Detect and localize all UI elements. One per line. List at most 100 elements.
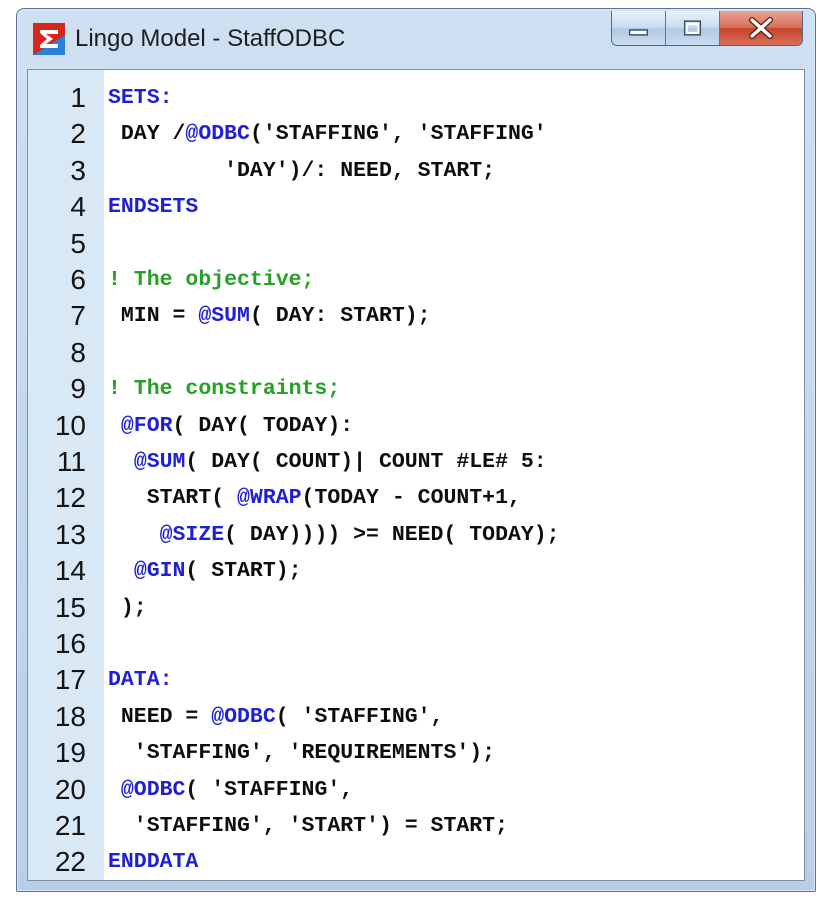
line-number: 3: [70, 154, 86, 186]
code-text: );: [108, 595, 147, 620]
window-title: Lingo Model - StaffODBC: [75, 25, 346, 52]
code-line[interactable]: 17 DATA:: [28, 662, 804, 698]
line-number: 17: [54, 664, 86, 696]
code-line[interactable]: 6 ! The objective;: [28, 262, 804, 298]
line-number: 18: [54, 700, 86, 732]
code-line[interactable]: 14 @GIN( START);: [28, 553, 804, 589]
line-code: DAY /@ODBC('STAFFING', 'STAFFING': [108, 116, 547, 152]
line-number: 1: [70, 82, 86, 113]
function-text: @FOR: [120, 413, 173, 438]
code-line[interactable]: 22 ENDDATA: [28, 844, 804, 880]
code-text: ( START);: [185, 559, 302, 584]
code-line[interactable]: 16: [28, 626, 804, 662]
minimize-button[interactable]: [612, 11, 666, 45]
line-number: 13: [54, 518, 86, 550]
code-text: MIN =: [108, 304, 199, 329]
line-number: 6: [70, 264, 86, 295]
line-number: 12: [54, 482, 86, 514]
line-code: @SIZE( DAY)))) >= NEED( TODAY);: [108, 517, 560, 553]
lingo-model-window: Lingo Model - StaffODBC 1 SETS: 2 DAY /@…: [16, 8, 816, 892]
code-line[interactable]: 12 START( @WRAP(TODAY - COUNT+1,: [28, 480, 804, 516]
code-line[interactable]: 7 MIN = @SUM( DAY: START);: [28, 298, 804, 334]
code-text: NEED =: [108, 704, 212, 729]
minimize-icon: [628, 29, 649, 36]
code-text: ('STAFFING', 'STAFFING': [249, 122, 547, 147]
line-number: 20: [54, 773, 86, 805]
code-line[interactable]: 9 ! The constraints;: [28, 371, 804, 407]
keyword-text: DATA:: [108, 668, 173, 693]
line-code: 'STAFFING', 'REQUIREMENTS');: [108, 735, 495, 771]
maximize-icon: [683, 20, 702, 36]
code-line[interactable]: 1 SETS:: [28, 80, 804, 116]
code-text: (TODAY - COUNT+1,: [301, 486, 521, 511]
code-line[interactable]: 8: [28, 335, 804, 371]
comment-text: ! The objective;: [108, 268, 315, 292]
code-line[interactable]: 2 DAY /@ODBC('STAFFING', 'STAFFING': [28, 116, 804, 152]
keyword-text: SETS:: [108, 86, 173, 110]
code-text: ( 'STAFFING',: [185, 777, 354, 802]
code-line[interactable]: 10 @FOR( DAY( TODAY):: [28, 408, 804, 444]
window-controls: [611, 11, 803, 46]
line-code: ! The constraints;: [108, 371, 340, 407]
code-text: ( DAY( COUNT)| COUNT #LE# 5:: [185, 450, 547, 474]
code-text: ( DAY: START);: [249, 304, 431, 329]
line-code: 'DAY')/: NEED, START;: [108, 153, 495, 189]
line-code: DATA:: [108, 662, 173, 698]
code-line[interactable]: 11 @SUM( DAY( COUNT)| COUNT #LE# 5:: [28, 444, 804, 480]
line-number: 19: [54, 737, 86, 769]
code-line[interactable]: 4 ENDSETS: [28, 189, 804, 225]
code-line[interactable]: 21 'STAFFING', 'START') = START;: [28, 808, 804, 844]
close-icon: [749, 17, 773, 39]
code-text: 'STAFFING', 'REQUIREMENTS');: [108, 741, 496, 766]
function-text: @ODBC: [211, 704, 276, 729]
line-code: @GIN( START);: [108, 553, 302, 589]
line-code: @ODBC( 'STAFFING',: [108, 772, 353, 808]
code-text: START(: [108, 486, 238, 511]
line-code: NEED = @ODBC( 'STAFFING',: [108, 699, 444, 735]
line-number: 22: [54, 846, 86, 878]
sigma-icon: [33, 23, 65, 55]
line-number: 16: [54, 628, 86, 659]
code-line[interactable]: 15 );: [28, 590, 804, 626]
maximize-button[interactable]: [666, 11, 720, 45]
line-number: 9: [70, 373, 86, 405]
line-number: 15: [54, 591, 86, 623]
code-line[interactable]: 13 @SIZE( DAY)))) >= NEED( TODAY);: [28, 517, 804, 553]
line-number: 11: [56, 446, 86, 477]
code-line[interactable]: 18 NEED = @ODBC( 'STAFFING',: [28, 699, 804, 735]
line-code: );: [108, 590, 147, 626]
code-text: 'DAY')/: NEED, START;: [108, 158, 496, 183]
line-number: 14: [54, 555, 86, 587]
keyword-text: ENDDATA: [108, 850, 199, 875]
function-text: @SIZE: [159, 522, 225, 547]
line-number: 21: [54, 810, 86, 841]
code-text: DAY /: [108, 122, 186, 147]
line-code: START( @WRAP(TODAY - COUNT+1,: [108, 480, 521, 516]
line-code: ! The objective;: [108, 262, 314, 298]
line-number: 4: [70, 191, 86, 223]
code-text: ( 'STAFFING',: [275, 704, 444, 729]
line-number: 2: [70, 118, 86, 150]
function-text: @ODBC: [120, 777, 186, 802]
function-text: @WRAP: [237, 486, 302, 511]
line-code: MIN = @SUM( DAY: START);: [108, 298, 431, 334]
code-line[interactable]: 20 @ODBC( 'STAFFING',: [28, 772, 804, 808]
keyword-text: ENDSETS: [108, 195, 199, 220]
function-text: @SUM: [198, 304, 250, 329]
code-line[interactable]: 5: [28, 226, 804, 262]
line-code: 'STAFFING', 'START') = START;: [108, 808, 508, 844]
code-line[interactable]: 3 'DAY')/: NEED, START;: [28, 153, 804, 189]
line-code: ENDDATA: [108, 844, 198, 880]
code-line[interactable]: 19 'STAFFING', 'REQUIREMENTS');: [28, 735, 804, 771]
code-editor[interactable]: 1 SETS: 2 DAY /@ODBC('STAFFING', 'STAFFING…: [27, 69, 805, 881]
title-bar[interactable]: Lingo Model - StaffODBC: [17, 9, 815, 69]
code-text: ( DAY)))) >= NEED( TODAY);: [224, 522, 560, 547]
close-button[interactable]: [720, 11, 802, 45]
code-text: 'STAFFING', 'START') = START;: [108, 814, 508, 838]
function-text: @GIN: [133, 559, 186, 584]
